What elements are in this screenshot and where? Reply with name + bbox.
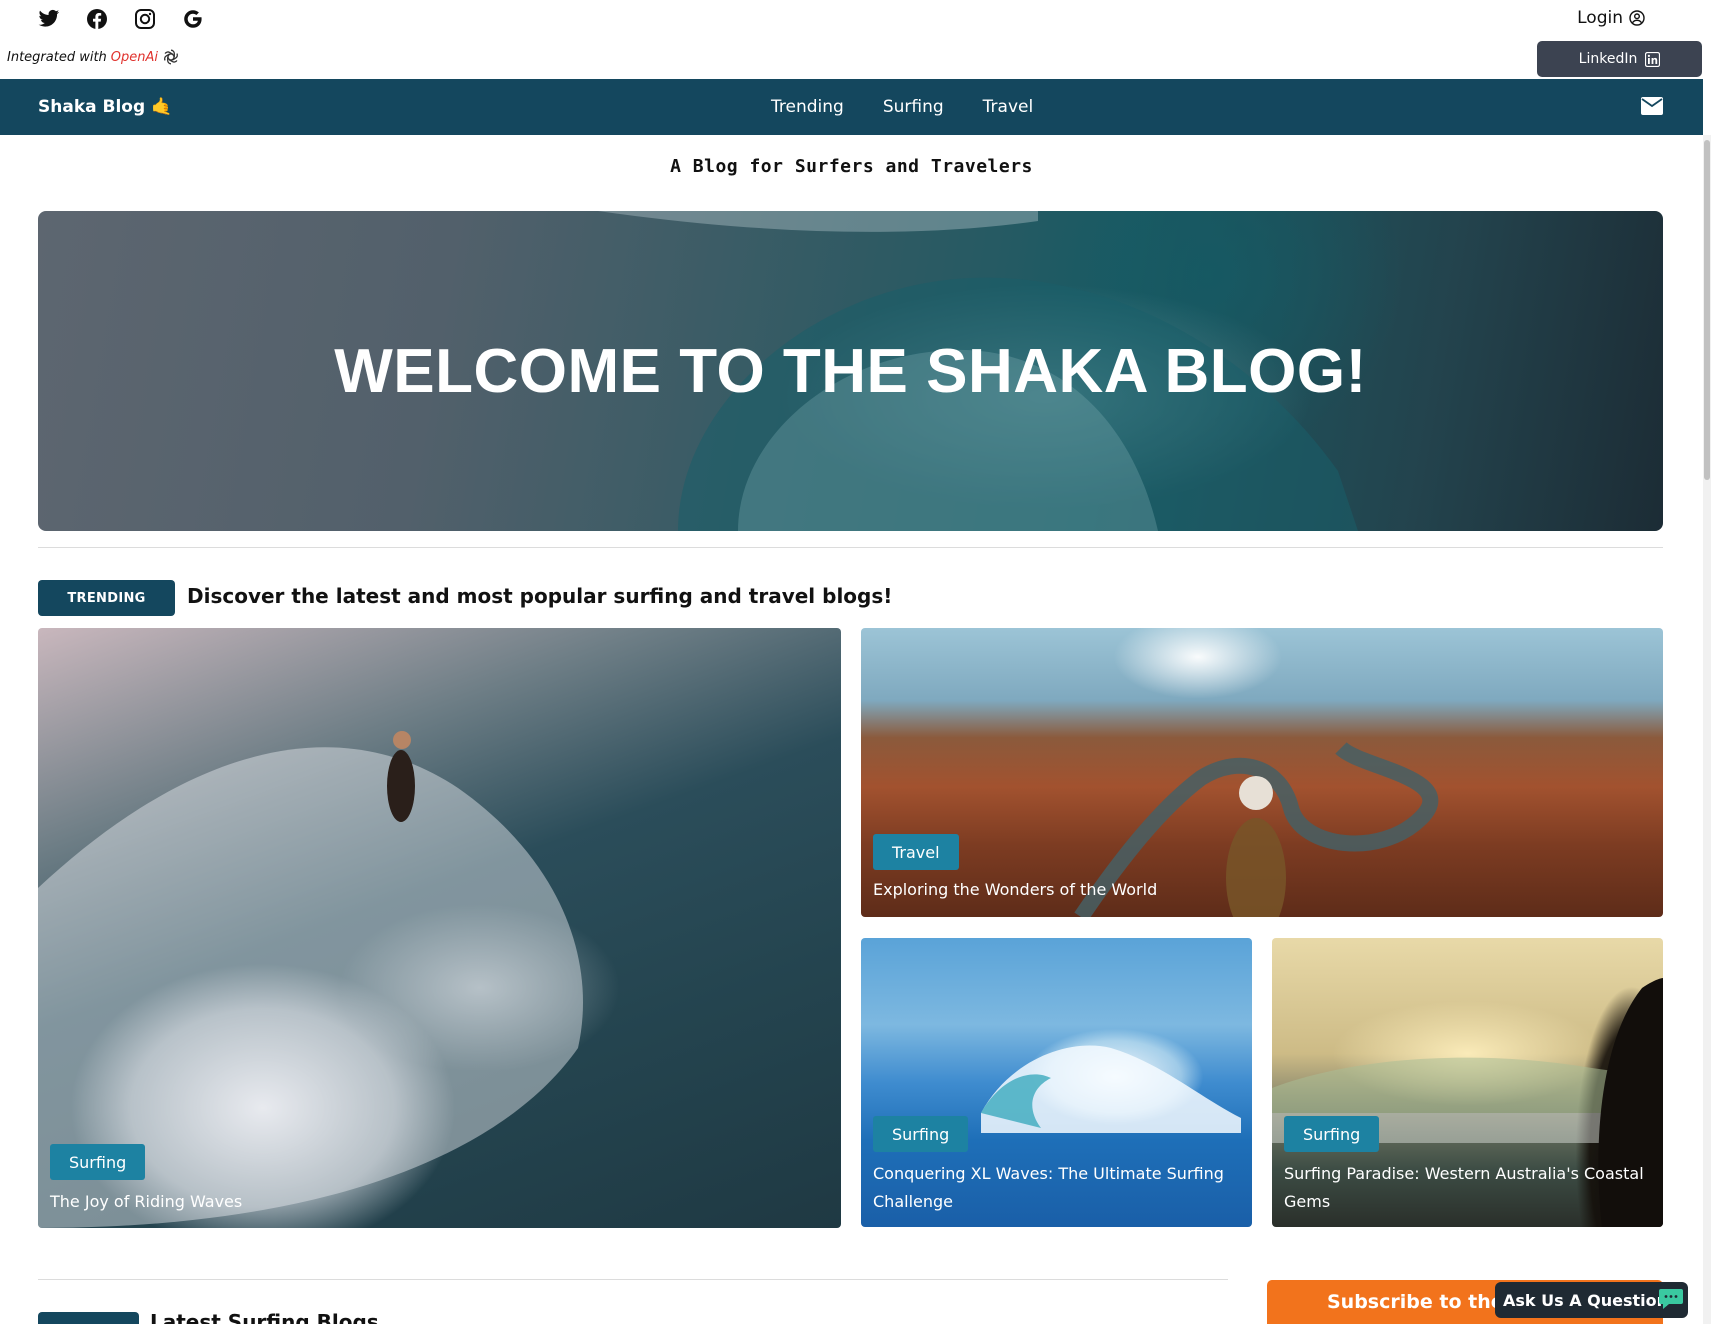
latest-section-title: Latest Surfing Blogs — [150, 1310, 379, 1324]
chat-bubble-icon — [1659, 1289, 1683, 1309]
trending-pill: TRENDING — [38, 580, 175, 616]
trending-card-joy-of-riding-waves[interactable]: Surfing The Joy of Riding Waves — [38, 628, 841, 1228]
google-icon[interactable] — [180, 6, 206, 32]
section-divider — [38, 547, 1663, 548]
social-links — [36, 6, 206, 32]
category-badge[interactable]: Surfing — [50, 1144, 146, 1180]
openai-label: OpenAi — [110, 49, 159, 65]
category-badge[interactable]: Surfing — [873, 1116, 969, 1152]
facebook-icon[interactable] — [84, 6, 110, 32]
nav-link-trending[interactable]: Trending — [771, 97, 844, 117]
trending-card-surfing-paradise[interactable]: Surfing Surfing Paradise: Western Austra… — [1272, 938, 1663, 1227]
instagram-icon[interactable] — [132, 6, 158, 32]
brand-name: Shaka Blog — [38, 97, 146, 117]
user-circle-icon — [1629, 10, 1645, 26]
trending-card-wonders-of-the-world[interactable]: Travel Exploring the Wonders of the Worl… — [861, 628, 1663, 917]
ask-question-label: Ask Us A Question — [1503, 1290, 1669, 1310]
scrollbar-thumb[interactable] — [1704, 140, 1710, 480]
card-title[interactable]: Exploring the Wonders of the World — [873, 876, 1633, 904]
site-brand[interactable]: Shaka Blog 🤙 — [38, 97, 172, 117]
category-badge[interactable]: Surfing — [1284, 1116, 1380, 1152]
linkedin-label: LinkedIn — [1578, 51, 1638, 67]
card-title[interactable]: Conquering XL Waves: The Ultimate Surfin… — [873, 1160, 1233, 1216]
hero-title: WELCOME TO THE SHAKA BLOG! — [334, 336, 1367, 406]
nav-links: Trending Surfing Travel — [771, 97, 1033, 117]
hero-banner: WELCOME TO THE SHAKA BLOG! — [38, 211, 1663, 531]
surfer-image — [38, 731, 583, 1228]
mail-icon[interactable] — [1641, 97, 1663, 115]
category-badge[interactable]: Travel — [873, 834, 959, 870]
login-label: Login — [1577, 8, 1623, 28]
login-link[interactable]: Login — [1577, 8, 1645, 28]
card-title[interactable]: Surfing Paradise: Western Australia's Co… — [1284, 1160, 1644, 1216]
shaka-emoji-icon: 🤙 — [151, 97, 173, 117]
nav-link-surfing[interactable]: Surfing — [883, 97, 944, 117]
card-title[interactable]: The Joy of Riding Waves — [50, 1188, 810, 1216]
integrated-prefix: Integrated with — [7, 49, 107, 65]
site-tagline: A Blog for Surfers and Travelers — [670, 156, 1033, 177]
openai-icon — [164, 49, 178, 65]
latest-pill — [38, 1312, 139, 1324]
integrated-with-openai: Integrated with OpenAi — [7, 48, 180, 66]
linkedin-icon — [1645, 51, 1661, 67]
canyon-image — [1074, 741, 1439, 917]
main-navbar: Shaka Blog 🤙 Trending Surfing Travel — [0, 79, 1703, 135]
twitter-icon[interactable] — [36, 6, 62, 32]
section-divider-latest — [38, 1279, 1228, 1280]
trending-card-conquering-xl-waves[interactable]: Surfing Conquering XL Waves: The Ultimat… — [861, 938, 1252, 1227]
ask-question-button[interactable]: Ask Us A Question — [1495, 1282, 1688, 1318]
trending-description: Discover the latest and most popular sur… — [187, 584, 893, 608]
nav-link-travel[interactable]: Travel — [983, 97, 1034, 117]
linkedin-button[interactable]: LinkedIn — [1537, 41, 1702, 77]
